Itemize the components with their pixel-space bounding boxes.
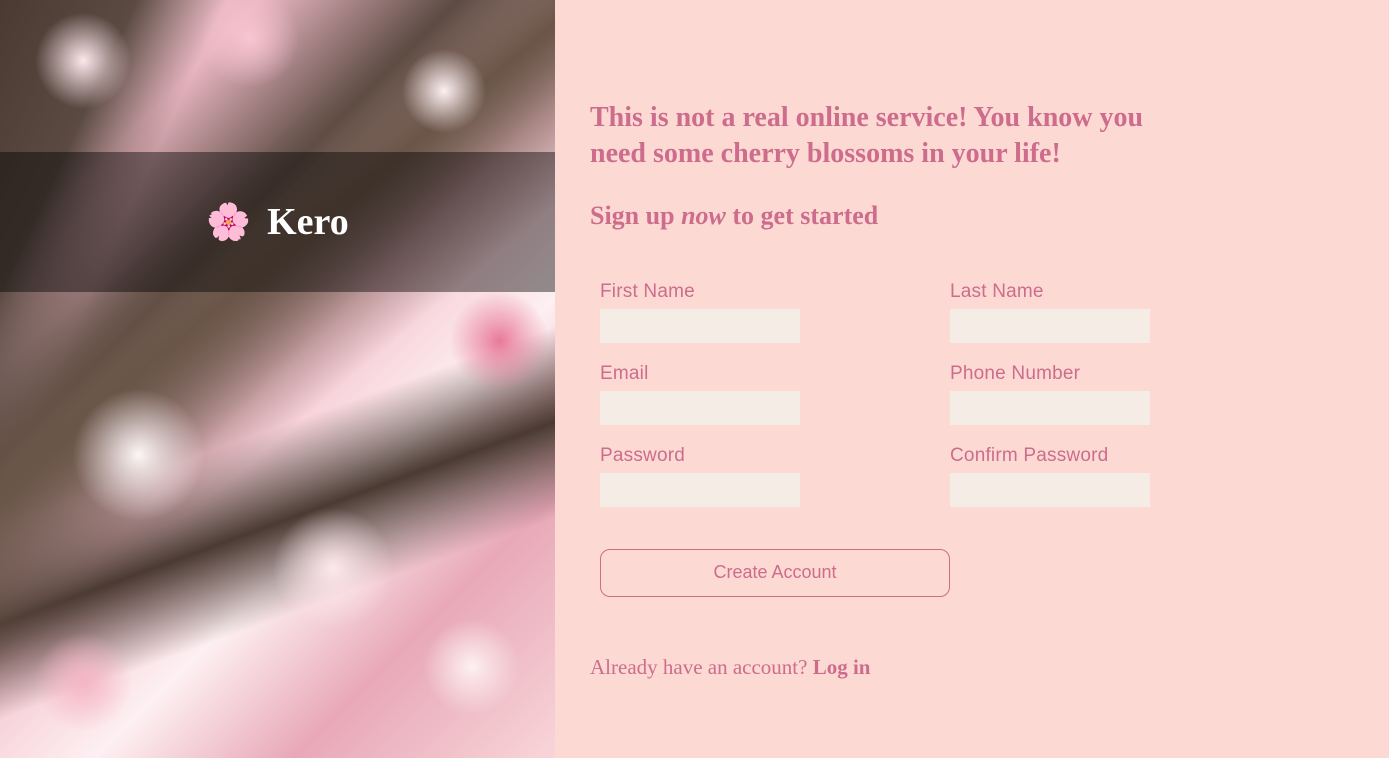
last-name-label: Last Name <box>950 281 1300 303</box>
password-label: Password <box>600 445 950 467</box>
brand-name: Kero <box>267 200 349 244</box>
signup-form: First Name Last Name Email Phone Number … <box>590 281 1329 507</box>
phone-input[interactable] <box>950 391 1150 425</box>
subhead-prefix: Sign up <box>590 201 681 230</box>
page-subhead: Sign up now to get started <box>590 201 1329 231</box>
hero-sidebar: 🌸 Kero <box>0 0 555 758</box>
subhead-emphasis: now <box>681 201 726 230</box>
last-name-field-group: Last Name <box>950 281 1300 343</box>
create-account-button[interactable]: Create Account <box>600 549 950 597</box>
email-input[interactable] <box>600 391 800 425</box>
subhead-suffix: to get started <box>726 201 878 230</box>
confirm-password-field-group: Confirm Password <box>950 445 1300 507</box>
email-label: Email <box>600 363 950 385</box>
cherry-blossom-background <box>0 0 555 758</box>
password-input[interactable] <box>600 473 800 507</box>
logo-band: 🌸 Kero <box>0 152 555 292</box>
first-name-input[interactable] <box>600 309 800 343</box>
phone-label: Phone Number <box>950 363 1300 385</box>
login-prompt-text: Already have an account? <box>590 655 813 679</box>
confirm-password-input[interactable] <box>950 473 1150 507</box>
phone-field-group: Phone Number <box>950 363 1300 425</box>
cherry-blossom-icon: 🌸 <box>206 204 251 240</box>
login-link[interactable]: Log in <box>813 655 871 679</box>
first-name-label: First Name <box>600 281 950 303</box>
login-prompt: Already have an account? Log in <box>590 655 1329 680</box>
signup-panel: This is not a real online service! You k… <box>555 0 1389 758</box>
password-field-group: Password <box>600 445 950 507</box>
confirm-password-label: Confirm Password <box>950 445 1300 467</box>
email-field-group: Email <box>600 363 950 425</box>
first-name-field-group: First Name <box>600 281 950 343</box>
page-headline: This is not a real online service! You k… <box>590 100 1150 173</box>
last-name-input[interactable] <box>950 309 1150 343</box>
